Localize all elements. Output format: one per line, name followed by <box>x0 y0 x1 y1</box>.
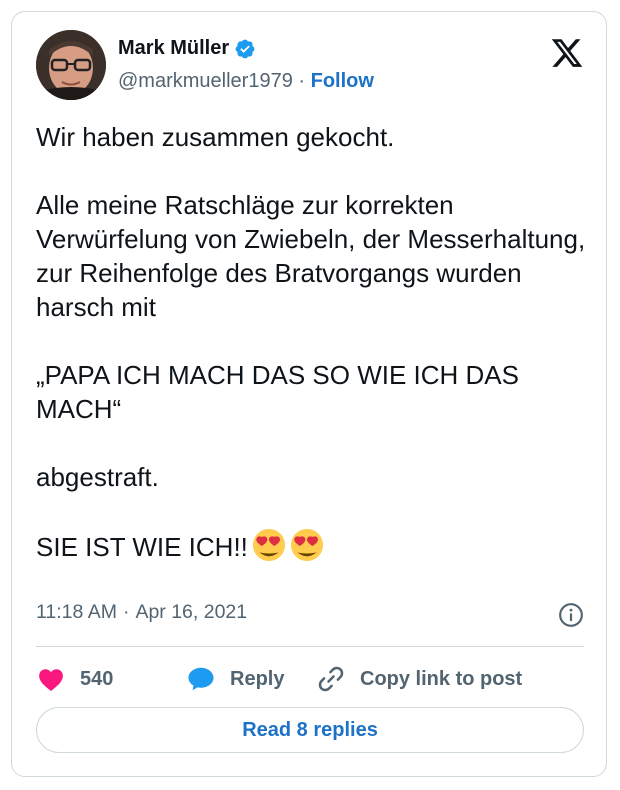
avatar[interactable] <box>36 30 106 100</box>
post-card: Mark Müller @markmueller1979 · Follow Wi… <box>11 11 607 777</box>
follow-button[interactable]: Follow <box>311 70 374 92</box>
post-timestamp[interactable]: 11:18 AM · Apr 16, 2021 <box>36 601 247 624</box>
read-replies-label: Read 8 replies <box>242 718 378 741</box>
reply-label: Reply <box>230 667 285 690</box>
link-icon <box>318 666 344 692</box>
verified-badge-icon <box>235 39 255 58</box>
read-replies-button[interactable]: Read 8 replies <box>36 707 584 753</box>
action-bar: 540 Reply Copy link to post <box>36 662 522 696</box>
post-text-content: Wir haben zusammen gekocht. Alle meine R… <box>36 122 586 562</box>
heart-eyes-emoji <box>290 528 323 562</box>
author-name[interactable]: Mark Müller <box>118 37 229 60</box>
heart-icon <box>39 669 63 691</box>
copy-link-label: Copy link to post <box>360 667 523 690</box>
like-count: 540 <box>80 667 114 690</box>
avatar-image <box>36 30 106 100</box>
date-separator: · <box>122 601 130 623</box>
author-name-row: Mark Müller <box>118 37 256 60</box>
x-logo-icon[interactable] <box>550 36 584 70</box>
info-icon[interactable] <box>558 602 584 628</box>
divider <box>36 646 584 647</box>
author-handle-row: @markmueller1979 · Follow <box>118 70 374 93</box>
like-button[interactable]: 540 <box>36 664 186 694</box>
author-handle[interactable]: @markmueller1979 <box>118 70 293 92</box>
post-text: Wir haben zusammen gekocht. Alle meine R… <box>36 120 588 564</box>
handle-separator: · <box>298 70 306 92</box>
post-time: 11:18 AM <box>36 601 117 623</box>
copy-link-button[interactable]: Copy link to post <box>316 664 522 694</box>
speech-bubble-icon <box>188 667 214 691</box>
reply-button[interactable]: Reply <box>186 664 316 694</box>
post-date: Apr 16, 2021 <box>135 601 248 623</box>
heart-eyes-emoji <box>252 528 285 562</box>
